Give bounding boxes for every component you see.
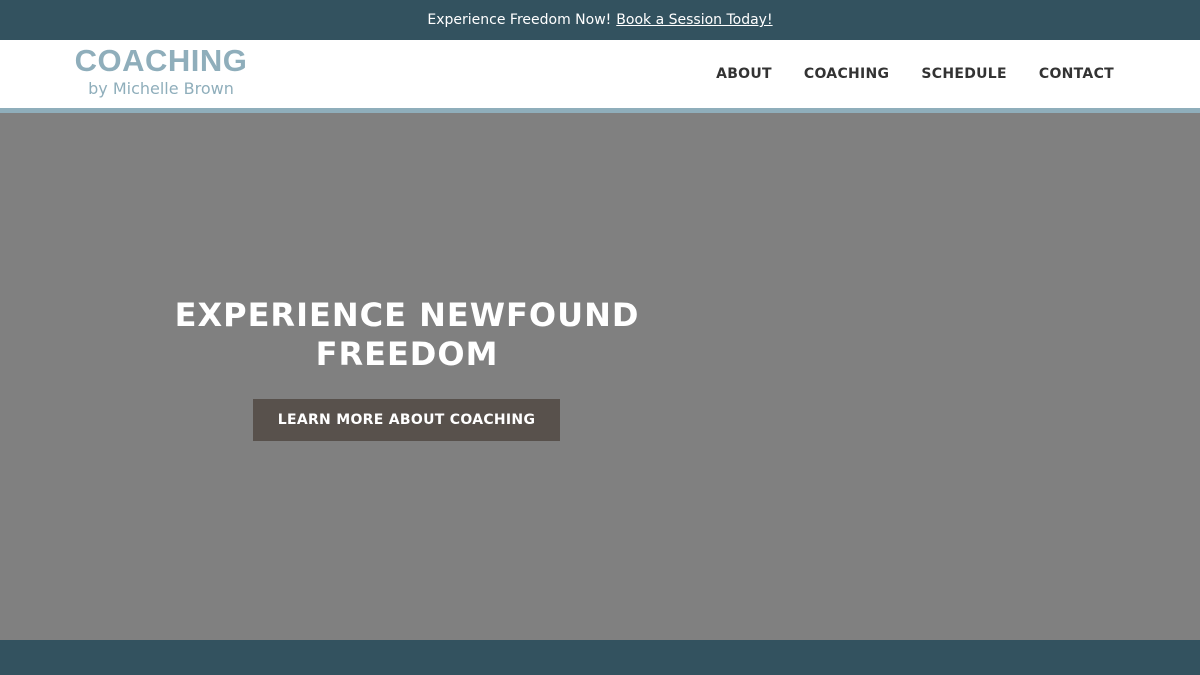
learn-more-button[interactable]: LEARN MORE ABOUT COACHING bbox=[253, 399, 560, 441]
logo-main-text: COACHING bbox=[74, 43, 248, 78]
logo-sub-text: by Michelle Brown bbox=[88, 79, 234, 98]
hero-section: EXPERIENCE NEWFOUND FREEDOM LEARN MORE A… bbox=[0, 113, 1200, 640]
book-session-link[interactable]: Book a Session Today! bbox=[616, 12, 772, 28]
site-header: COACHING by Michelle Brown ABOUT COACHIN… bbox=[0, 40, 1200, 108]
main-nav: ABOUT COACHING SCHEDULE CONTACT bbox=[684, 40, 1114, 108]
site-logo[interactable]: COACHING by Michelle Brown bbox=[72, 44, 250, 99]
nav-about[interactable]: ABOUT bbox=[716, 66, 772, 82]
nav-schedule[interactable]: SCHEDULE bbox=[921, 66, 1007, 82]
nav-contact[interactable]: CONTACT bbox=[1039, 66, 1114, 82]
announcement-text: Experience Freedom Now! bbox=[427, 12, 612, 28]
hero-title: EXPERIENCE NEWFOUND FREEDOM bbox=[174, 296, 640, 373]
announcement-bar: Experience Freedom Now! Book a Session To… bbox=[0, 0, 1200, 40]
nav-coaching[interactable]: COACHING bbox=[804, 66, 889, 82]
footer-band bbox=[0, 640, 1200, 675]
